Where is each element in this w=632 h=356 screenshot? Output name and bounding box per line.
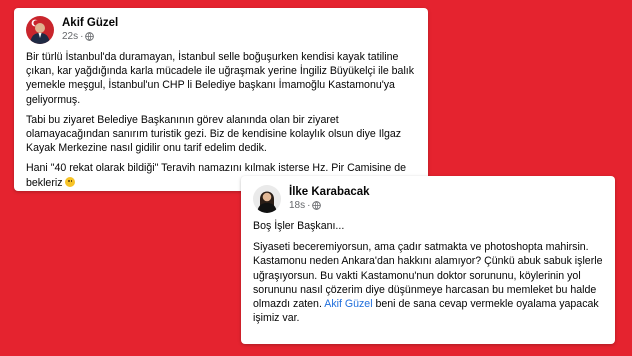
author-name[interactable]: Akif Güzel: [62, 17, 118, 31]
portrait-icon[interactable]: [253, 185, 281, 213]
post-paragraph: Tabi bu ziyaret Belediye Başkanının göre…: [26, 113, 402, 155]
post-paragraph-last: Siyaseti beceremiyorsun, ama çadır satma…: [253, 240, 603, 325]
post-card-akif: Akif Güzel 22s · Bir türlü İstanbul'da d…: [14, 8, 428, 191]
post-body: Bir türlü İstanbul'da duramayan, İstanbu…: [26, 50, 416, 190]
globe-icon: [85, 32, 95, 42]
post-paragraph: Bir türlü İstanbul'da duramayan, İstanbu…: [26, 51, 415, 106]
post-header: Akif Güzel 22s ·: [26, 10, 416, 50]
post-meta: 18s ·: [289, 200, 370, 212]
mention-link[interactable]: Akif Güzel: [324, 298, 372, 310]
post-time[interactable]: 18s: [289, 200, 305, 212]
post-paragraph: Boş İşler Başkanı...: [253, 220, 345, 232]
globe-icon: [312, 201, 322, 211]
post-time[interactable]: 22s: [62, 31, 78, 43]
post-body: Boş İşler Başkanı... Siyaseti beceremiyo…: [253, 219, 603, 325]
post-meta: 22s ·: [62, 31, 118, 43]
author-name[interactable]: İlke Karabacak: [289, 186, 370, 200]
post-header: İlke Karabacak 18s ·: [253, 179, 603, 219]
flag-portrait-icon[interactable]: [26, 16, 54, 44]
smile-emoji-icon: [65, 176, 76, 187]
post-card-ilke: İlke Karabacak 18s · Boş İşler Başkanı..…: [241, 176, 615, 344]
